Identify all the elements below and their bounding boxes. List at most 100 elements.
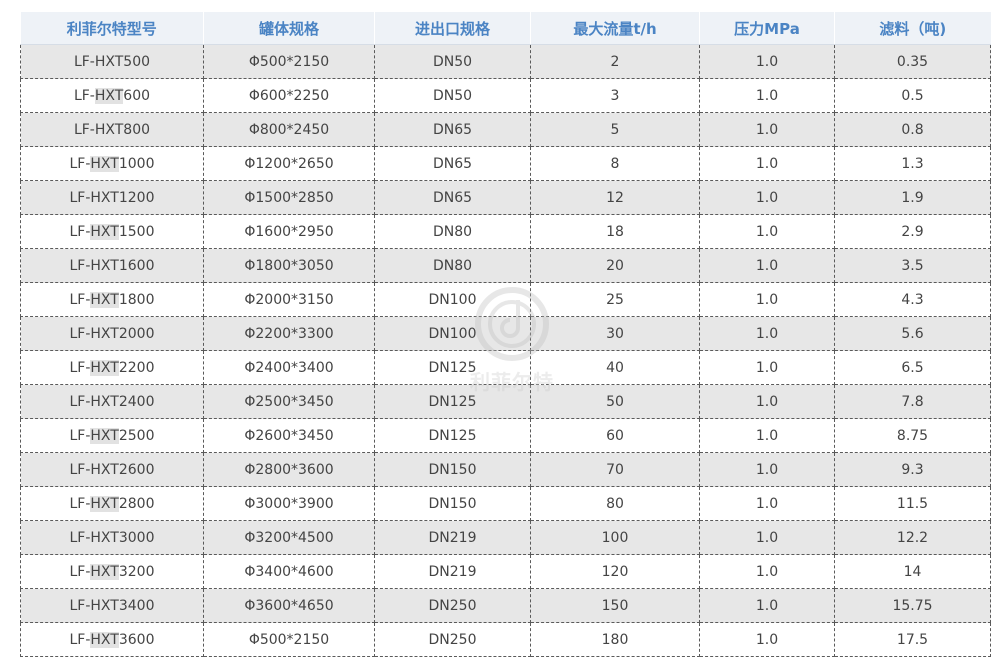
model-number: 500 (123, 53, 151, 70)
table-row: LF-HXT2800 Φ3000*3900 DN150 80 1.0 11.5 (20, 486, 991, 521)
model-prefix: LF- (73, 53, 95, 70)
model-series: HXT (94, 53, 124, 70)
model-prefix: LF- (69, 461, 91, 478)
model-number: 1000 (118, 155, 155, 172)
cell-filter-media: 4.3 (834, 282, 991, 317)
model-number: 3000 (118, 529, 155, 546)
table-row: LF-HXT3000 Φ3200*4500 DN219 100 1.0 12.2 (20, 520, 991, 555)
spec-table-container: 利菲尔特型号 罐体规格 进出口规格 最大流量t/h 压力MPa 滤料（吨) LF… (20, 12, 991, 657)
cell-filter-media: 0.5 (834, 78, 991, 113)
model-series: HXT (90, 461, 119, 478)
cell-model: LF-HXT600 (20, 78, 204, 113)
table-row: LF-HXT600 Φ600*2250 DN50 3 1.0 0.5 (20, 78, 991, 113)
cell-max-flow: 3 (530, 78, 700, 113)
cell-pressure: 1.0 (699, 214, 835, 249)
model-number: 2000 (118, 325, 155, 342)
table-row: LF-HXT1600 Φ1800*3050 DN80 20 1.0 3.5 (20, 248, 991, 283)
model-series: HXT (90, 257, 119, 274)
model-series: HXT (90, 155, 119, 172)
model-number: 1200 (118, 189, 155, 206)
cell-model: LF-HXT3400 (20, 588, 204, 623)
model-prefix: LF- (69, 427, 91, 444)
cell-model: LF-HXT2000 (20, 316, 204, 351)
cell-port-spec: DN65 (374, 180, 531, 215)
cell-filter-media: 1.3 (834, 146, 991, 181)
cell-filter-media: 15.75 (834, 588, 991, 623)
cell-tank-spec: Φ1800*3050 (203, 248, 375, 283)
table-row: LF-HXT500 Φ500*2150 DN50 2 1.0 0.35 (20, 44, 991, 79)
model-number: 1800 (118, 291, 155, 308)
model-number: 2200 (118, 359, 155, 376)
cell-model: LF-HXT1600 (20, 248, 204, 283)
model-number: 2500 (118, 427, 155, 444)
cell-pressure: 1.0 (699, 78, 835, 113)
cell-max-flow: 30 (530, 316, 700, 351)
cell-port-spec: DN125 (374, 418, 531, 453)
model-number: 2800 (118, 495, 155, 512)
model-prefix: LF- (69, 325, 91, 342)
cell-pressure: 1.0 (699, 418, 835, 453)
cell-model: LF-HXT2500 (20, 418, 204, 453)
cell-max-flow: 5 (530, 112, 700, 147)
cell-port-spec: DN80 (374, 214, 531, 249)
table-row: LF-HXT2400 Φ2500*3450 DN125 50 1.0 7.8 (20, 384, 991, 419)
cell-max-flow: 12 (530, 180, 700, 215)
model-series: HXT (90, 223, 119, 240)
table-row: LF-HXT2200 Φ2400*3400 DN125 40 1.0 6.5 (20, 350, 991, 385)
model-number: 800 (123, 121, 151, 138)
cell-model: LF-HXT2800 (20, 486, 204, 521)
cell-port-spec: DN219 (374, 554, 531, 589)
model-series: HXT (90, 393, 119, 410)
table-header-row: 利菲尔特型号 罐体规格 进出口规格 最大流量t/h 压力MPa 滤料（吨) (20, 12, 991, 45)
model-prefix: LF- (69, 257, 91, 274)
cell-model: LF-HXT1800 (20, 282, 204, 317)
cell-tank-spec: Φ2500*3450 (203, 384, 375, 419)
model-prefix: LF- (69, 291, 91, 308)
cell-pressure: 1.0 (699, 520, 835, 555)
cell-pressure: 1.0 (699, 44, 835, 79)
header-max-flow: 最大流量t/h (530, 12, 700, 45)
cell-filter-media: 7.8 (834, 384, 991, 419)
cell-max-flow: 8 (530, 146, 700, 181)
cell-model: LF-HXT2400 (20, 384, 204, 419)
cell-tank-spec: Φ1500*2850 (203, 180, 375, 215)
cell-max-flow: 2 (530, 44, 700, 79)
cell-max-flow: 40 (530, 350, 700, 385)
cell-pressure: 1.0 (699, 350, 835, 385)
table-row: LF-HXT3400 Φ3600*4650 DN250 150 1.0 15.75 (20, 588, 991, 623)
model-series: HXT (90, 631, 119, 648)
table-row: LF-HXT1200 Φ1500*2850 DN65 12 1.0 1.9 (20, 180, 991, 215)
table-row: LF-HXT2000 Φ2200*3300 DN100 30 1.0 5.6 (20, 316, 991, 351)
table-row: LF-HXT2600 Φ2800*3600 DN150 70 1.0 9.3 (20, 452, 991, 487)
model-prefix: LF- (69, 359, 91, 376)
header-filter-media: 滤料（吨) (834, 12, 991, 45)
cell-filter-media: 9.3 (834, 452, 991, 487)
cell-port-spec: DN50 (374, 78, 531, 113)
cell-filter-media: 12.2 (834, 520, 991, 555)
cell-port-spec: DN125 (374, 384, 531, 419)
model-prefix: LF- (69, 393, 91, 410)
cell-model: LF-HXT3600 (20, 622, 204, 657)
cell-max-flow: 18 (530, 214, 700, 249)
model-prefix: LF- (69, 495, 91, 512)
cell-pressure: 1.0 (699, 316, 835, 351)
cell-pressure: 1.0 (699, 452, 835, 487)
cell-pressure: 1.0 (699, 486, 835, 521)
header-pressure: 压力MPa (699, 12, 835, 45)
cell-max-flow: 180 (530, 622, 700, 657)
cell-port-spec: DN125 (374, 350, 531, 385)
model-prefix: LF- (69, 597, 91, 614)
cell-tank-spec: Φ600*2250 (203, 78, 375, 113)
cell-pressure: 1.0 (699, 180, 835, 215)
cell-model: LF-HXT500 (20, 44, 204, 79)
model-number: 2600 (118, 461, 155, 478)
table-body: LF-HXT500 Φ500*2150 DN50 2 1.0 0.35 LF-HXT600 Φ… (20, 44, 991, 657)
cell-tank-spec: Φ1600*2950 (203, 214, 375, 249)
cell-tank-spec: Φ3400*4600 (203, 554, 375, 589)
model-prefix: LF- (73, 121, 95, 138)
model-series: HXT (94, 87, 124, 104)
header-port-spec: 进出口规格 (374, 12, 531, 45)
cell-pressure: 1.0 (699, 248, 835, 283)
cell-pressure: 1.0 (699, 282, 835, 317)
cell-model: LF-HXT2200 (20, 350, 204, 385)
